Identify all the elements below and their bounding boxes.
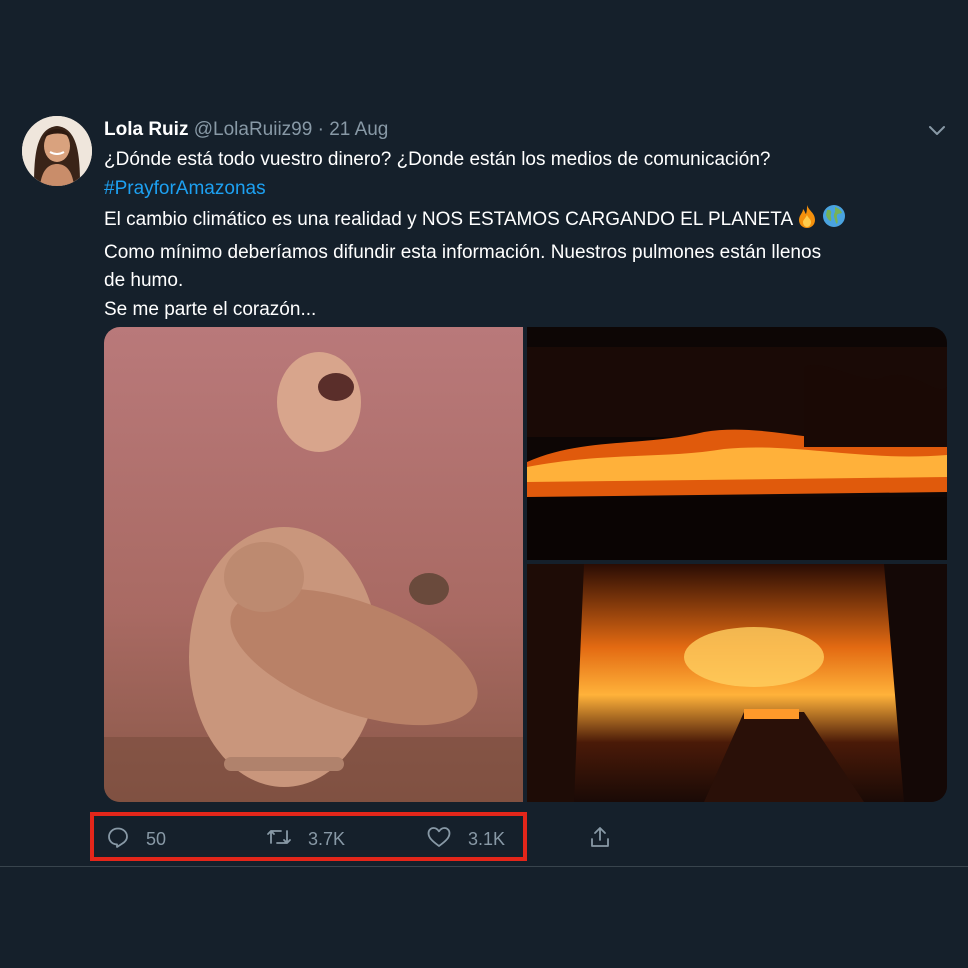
tweet: Lola Ruiz @LolaRuiiz99 · 21 Aug ¿Dónde e… <box>0 0 968 866</box>
handle[interactable]: @LolaRuiiz99 <box>194 119 313 140</box>
share-icon <box>588 825 612 854</box>
hashtag-link[interactable]: #PrayforAmazonas <box>104 175 954 204</box>
fire-emoji <box>794 203 820 239</box>
media-image-monkey[interactable] <box>104 327 523 802</box>
tweet-header: Lola Ruiz @LolaRuiiz99 · 21 Aug <box>104 118 388 142</box>
tweet-line: de humo. <box>104 270 184 291</box>
tweet-line: Como mínimo deberíamos difundir esta inf… <box>104 241 822 263</box>
divider <box>0 866 968 867</box>
avatar[interactable] <box>22 116 92 186</box>
timestamp[interactable]: 21 Aug <box>329 119 388 140</box>
separator: · <box>317 119 324 140</box>
highlight-box <box>90 812 527 861</box>
tweet-line: Se me parte el corazón... <box>104 298 317 320</box>
tweet-line-text: El cambio climático es una realidad y NO… <box>104 209 794 230</box>
tweet-line: El cambio climático es una realidad y NO… <box>104 203 954 239</box>
globe-emoji <box>821 203 847 239</box>
display-name[interactable]: Lola Ruiz <box>104 119 188 140</box>
media-image-fire-road[interactable] <box>527 564 947 802</box>
tweet-text: ¿Dónde está todo vuestro dinero? ¿Donde … <box>104 146 954 324</box>
media-grid <box>104 327 947 802</box>
media-image-fire-night[interactable] <box>527 327 947 560</box>
chevron-down-icon[interactable] <box>926 120 948 140</box>
tweet-line: ¿Dónde está todo vuestro dinero? ¿Donde … <box>104 149 771 170</box>
share-button[interactable] <box>588 826 612 852</box>
